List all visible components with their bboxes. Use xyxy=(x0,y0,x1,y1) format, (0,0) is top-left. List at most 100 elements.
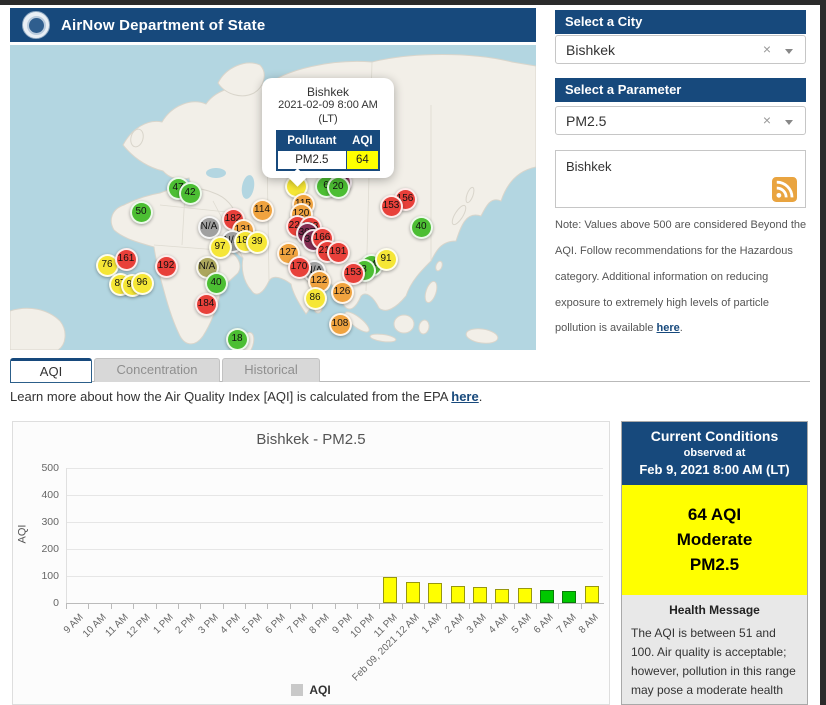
chart-legend[interactable]: AQI xyxy=(13,683,609,697)
y-tick-label: 200 xyxy=(41,543,59,555)
chart-bar[interactable] xyxy=(383,577,398,603)
x-tick-mark xyxy=(200,604,202,609)
x-tick-mark xyxy=(424,604,425,609)
map-marker[interactable]: 170 xyxy=(287,255,311,279)
x-tick-mark xyxy=(535,604,537,609)
note-suffix: . xyxy=(679,322,683,335)
map-marker[interactable]: 40 xyxy=(409,215,433,239)
current-aqi-category: Moderate xyxy=(676,530,753,549)
x-tick-mark xyxy=(468,604,470,609)
y-tick-label: 500 xyxy=(41,462,59,474)
tab-aqi[interactable]: AQI xyxy=(10,358,92,383)
parameter-select-value: PM2.5 xyxy=(566,113,607,129)
aqi-world-map[interactable]: 474250N/A182114131N/A1853997N/A401847616… xyxy=(10,45,536,350)
map-marker[interactable]: 108 xyxy=(328,312,352,336)
map-marker[interactable]: 191 xyxy=(326,240,350,264)
x-tick-mark xyxy=(446,604,448,609)
map-marker[interactable]: 18 xyxy=(225,327,249,350)
chart-bar[interactable] xyxy=(450,585,465,603)
x-tick-mark xyxy=(110,604,112,609)
x-tick-mark xyxy=(401,604,403,609)
chart-bar[interactable] xyxy=(495,588,510,603)
chevron-down-icon[interactable] xyxy=(785,120,793,125)
popup-city: Bishkek xyxy=(306,85,350,99)
learn-more-suffix: . xyxy=(478,389,483,404)
map-marker[interactable]: 184 xyxy=(194,292,218,316)
map-marker[interactable]: 91 xyxy=(374,247,398,271)
city-select-value: Bishkek xyxy=(566,42,616,58)
chart-bar[interactable] xyxy=(562,590,577,603)
note-text: Note: Values above 500 are considered Be… xyxy=(555,219,807,335)
select-city-header: Select a City xyxy=(555,10,806,34)
select-parameter-header: Select a Parameter xyxy=(555,78,806,102)
x-tick-mark xyxy=(379,604,381,609)
map-marker[interactable]: 39 xyxy=(245,230,269,254)
legend-label: AQI xyxy=(309,683,331,697)
window-frame-right xyxy=(820,0,826,705)
clear-icon[interactable]: × xyxy=(763,41,771,57)
city-select[interactable]: Bishkek × xyxy=(555,35,806,64)
map-marker[interactable]: 50 xyxy=(129,200,153,224)
popup-timezone: (LT) xyxy=(318,112,338,125)
gridline xyxy=(66,468,603,469)
chart-bar[interactable] xyxy=(428,583,443,603)
gridline xyxy=(66,495,603,496)
map-marker[interactable]: 40 xyxy=(204,271,228,295)
observed-datetime: Feb 9, 2021 8:00 AM (LT) xyxy=(639,462,790,477)
map-marker[interactable]: 192 xyxy=(154,254,178,278)
x-tick-mark xyxy=(580,604,582,609)
chart-bar[interactable] xyxy=(540,590,555,603)
gridline xyxy=(66,522,603,523)
page-title: AirNow Department of State xyxy=(61,16,266,34)
view-tabs: AQI Concentration Historical xyxy=(10,358,320,383)
x-tick-mark xyxy=(267,604,269,609)
chart-bar[interactable] xyxy=(405,582,420,603)
map-marker[interactable]: 86 xyxy=(303,286,327,310)
current-aqi-value: 64 AQI xyxy=(687,505,742,524)
map-marker[interactable]: 114 xyxy=(250,198,274,222)
x-tick-mark xyxy=(491,604,493,609)
current-conditions-title: Current Conditions xyxy=(650,428,779,444)
popup-datetime: 2021-02-09 8:00 AM xyxy=(278,99,378,112)
x-tick-mark xyxy=(513,604,515,609)
observed-at-label: observed at xyxy=(683,447,746,459)
map-marker[interactable]: 20 xyxy=(326,175,350,199)
map-marker[interactable]: 153 xyxy=(379,194,403,218)
current-conditions-panel: Current Conditions observed at Feb 9, 20… xyxy=(621,421,808,705)
gridline xyxy=(66,576,603,577)
note-here-link[interactable]: here xyxy=(657,322,680,334)
legend-swatch xyxy=(291,684,304,696)
chart-bar[interactable] xyxy=(584,585,599,603)
chevron-down-icon[interactable] xyxy=(785,49,793,54)
map-marker[interactable]: 126 xyxy=(330,280,354,304)
clear-icon[interactable]: × xyxy=(763,112,771,128)
beyond-aqi-note: Note: Values above 500 are considered Be… xyxy=(555,213,813,342)
chart-bar[interactable] xyxy=(472,587,487,603)
tab-historical[interactable]: Historical xyxy=(222,358,320,382)
map-marker[interactable]: 97 xyxy=(208,235,232,259)
x-tick-mark xyxy=(289,604,291,609)
x-tick-mark xyxy=(312,604,314,609)
window-frame-top xyxy=(0,0,826,5)
learn-more-text: Learn more about how the Air Quality Ind… xyxy=(10,389,482,404)
x-tick-mark xyxy=(177,604,179,609)
parameter-select[interactable]: PM2.5 × xyxy=(555,106,806,135)
y-tick-label: 0 xyxy=(53,597,59,609)
current-aqi-block: 64 AQI Moderate PM2.5 xyxy=(622,485,807,595)
tab-concentration[interactable]: Concentration xyxy=(94,358,220,382)
map-marker[interactable]: 42 xyxy=(178,181,202,205)
map-marker[interactable]: 96 xyxy=(130,271,154,295)
map-marker[interactable]: N/A xyxy=(197,215,221,239)
x-tick-mark xyxy=(356,604,358,609)
epa-here-link[interactable]: here xyxy=(451,389,478,404)
rss-feed-icon[interactable] xyxy=(772,177,797,202)
popup-col-pollutant: Pollutant xyxy=(276,130,347,151)
chart-bar[interactable] xyxy=(517,588,532,603)
x-tick-mark xyxy=(155,604,157,609)
map-marker[interactable]: 161 xyxy=(114,247,138,271)
x-tick-mark xyxy=(334,604,336,609)
aqi-bar-chart: Bishkek - PM2.5 AQI 0 100 200 300 400 500 9 A… xyxy=(12,421,610,705)
y-tick-label: 300 xyxy=(41,516,59,528)
feed-city-label: Bishkek xyxy=(566,159,612,174)
x-tick-mark xyxy=(66,604,67,609)
